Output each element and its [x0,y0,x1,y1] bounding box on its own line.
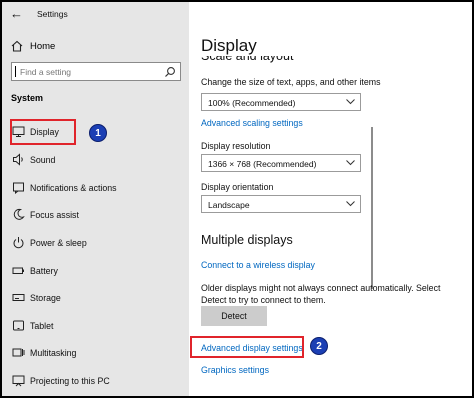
settings-window: ← Settings Home Find a setting System Di… [2,2,472,396]
scrollbar[interactable] [371,127,373,289]
battery-icon [12,267,24,274]
advanced-scaling-link[interactable]: Advanced scaling settings [201,118,303,128]
chevron-down-icon [346,201,355,207]
chevron-down-icon [346,99,355,105]
sidebar-item-power-sleep[interactable]: Power & sleep [2,231,189,255]
sidebar-item-home[interactable]: Home [2,36,189,58]
title-bar: ← Settings [2,2,189,28]
resolution-value: 1366 × 768 (Recommended) [208,159,317,169]
home-icon [11,40,23,52]
projecting-icon [12,375,25,387]
text-caret [15,66,16,77]
page-title: Display [201,36,307,56]
connect-wireless-display-link[interactable]: Connect to a wireless display [201,260,315,270]
section-label-system: System [11,93,44,103]
orientation-label: Display orientation [201,182,274,192]
sidebar-item-label: Storage [30,293,61,303]
graphics-settings-link[interactable]: Graphics settings [201,365,269,375]
section-heading-multiple-displays: Multiple displays [201,233,293,247]
speaker-icon [13,153,23,166]
search-input[interactable]: Find a setting [11,62,181,81]
scale-label: Change the size of text, apps, and other… [201,77,381,87]
sidebar-item-label: Multitasking [30,348,77,358]
annotation-highlight-advanced-display [190,336,304,358]
home-label: Home [30,41,56,52]
search-placeholder: Find a setting [20,67,72,77]
sidebar-item-label: Battery [30,266,58,276]
sidebar-item-tablet[interactable]: Tablet [2,314,189,338]
detect-button[interactable]: Detect [201,306,267,326]
resolution-label: Display resolution [201,141,271,151]
annotation-badge-1: 1 [89,124,107,142]
sidebar-item-multitasking[interactable]: Multitasking [2,341,189,365]
sidebar-item-label: Tablet [30,321,54,331]
sidebar-item-battery[interactable]: Battery [2,259,189,283]
annotation-badge-2: 2 [310,337,328,355]
sidebar-item-focus-assist[interactable]: Focus assist [2,203,189,227]
orientation-dropdown[interactable]: Landscape [201,195,361,213]
storage-icon [12,294,25,301]
notification-icon [13,182,24,194]
scale-dropdown[interactable]: 100% (Recommended) [201,93,361,111]
multitasking-icon [12,348,25,357]
sidebar-item-projecting[interactable]: Projecting to this PC [2,369,189,393]
annotation-highlight-display [10,119,76,145]
resolution-dropdown[interactable]: 1366 × 768 (Recommended) [201,154,361,172]
detect-description: Older displays might not always connect … [201,283,441,305]
chevron-down-icon [346,160,355,166]
scale-value: 100% (Recommended) [208,98,296,108]
sidebar-item-sound[interactable]: Sound [2,148,189,172]
sidebar-item-label: Projecting to this PC [30,376,110,386]
tablet-icon [13,320,24,331]
back-arrow-icon[interactable]: ← [10,6,23,21]
sidebar-item-label: Sound [30,155,56,165]
search-icon[interactable] [164,66,176,78]
power-icon [13,237,24,249]
sidebar: ← Settings Home Find a setting System Di… [2,2,189,396]
sidebar-item-storage[interactable]: Storage [2,286,189,310]
orientation-value: Landscape [208,200,250,210]
sidebar-item-label: Focus assist [30,210,79,220]
window-title: Settings [37,9,68,19]
sidebar-item-label: Notifications & actions [30,183,117,193]
main-content: Scale and layout Display Change the size… [189,2,472,396]
sidebar-item-notifications[interactable]: Notifications & actions [2,176,189,200]
moon-icon [13,208,25,220]
sidebar-item-label: Power & sleep [30,238,87,248]
